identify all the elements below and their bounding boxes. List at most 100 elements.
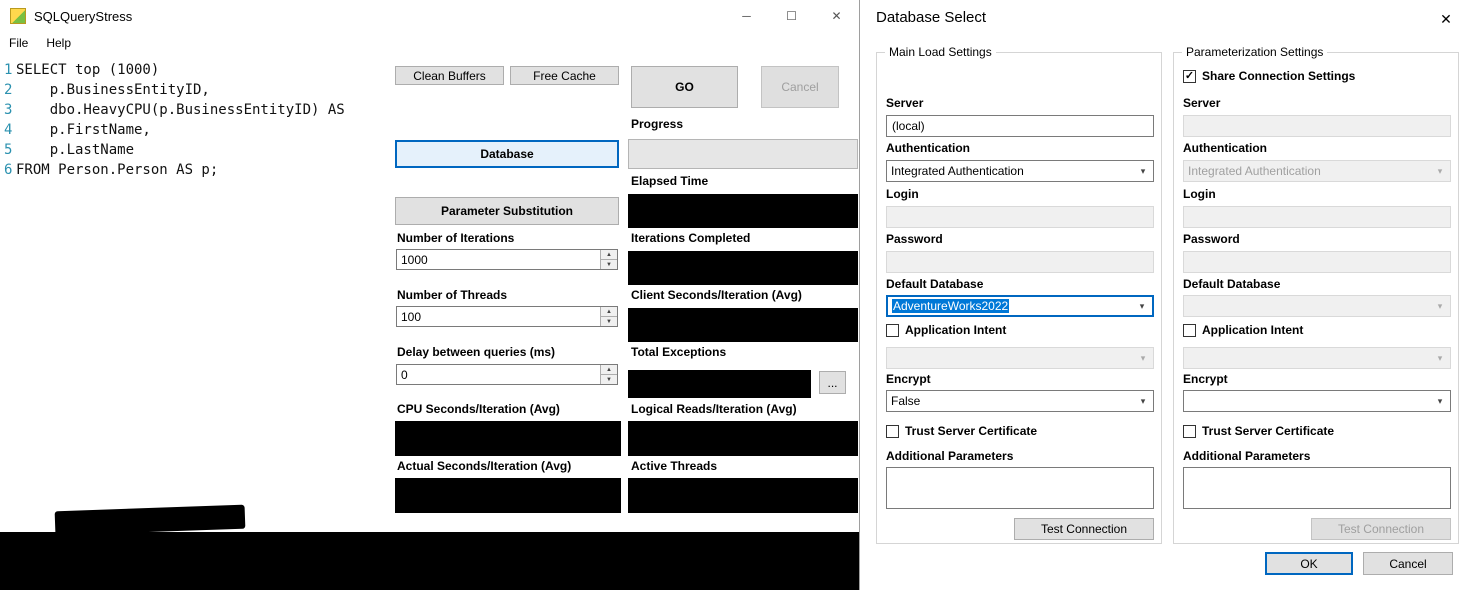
test-connection-button-disabled: Test Connection [1311, 518, 1451, 540]
actual-seconds-label: Actual Seconds/Iteration (Avg) [397, 459, 571, 473]
authentication-combo[interactable]: Integrated Authentication ▾ [886, 160, 1154, 182]
database-select-dialog: Database Select ✕ Main Load Settings Ser… [859, 0, 1471, 590]
threads-spinner[interactable]: ▲▼ [396, 306, 618, 327]
iterations-input[interactable] [397, 250, 617, 269]
code-text: FROM Person.Person AS p; [16, 160, 218, 180]
line-number: 2 [0, 80, 16, 100]
free-cache-button[interactable]: Free Cache [510, 66, 619, 85]
checkbox-box[interactable] [886, 425, 899, 438]
parameter-substitution-button[interactable]: Parameter Substitution [395, 197, 619, 225]
application-intent-checkbox[interactable]: Application Intent [886, 323, 1006, 337]
sql-editor[interactable]: 1SELECT top (1000) 2 p.BusinessEntityID,… [0, 54, 393, 532]
spin-up-icon[interactable]: ▲ [601, 250, 617, 260]
code-text: p.BusinessEntityID, [16, 80, 210, 100]
client-seconds-label: Client Seconds/Iteration (Avg) [631, 288, 802, 302]
exceptions-detail-button[interactable]: ... [819, 371, 846, 394]
encrypt-combo[interactable]: False ▾ [886, 390, 1154, 412]
trust-server-certificate-checkbox[interactable]: Trust Server Certificate [886, 424, 1037, 438]
password-label: Password [1183, 232, 1240, 246]
logical-reads-label: Logical Reads/Iteration (Avg) [631, 402, 797, 416]
login-input [1183, 206, 1451, 228]
line-number: 3 [0, 100, 16, 120]
chevron-down-icon[interactable]: ▾ [1431, 392, 1449, 410]
additional-parameters-label: Additional Parameters [1183, 449, 1310, 463]
chevron-down-icon[interactable]: ▾ [1134, 392, 1152, 410]
minimize-button[interactable]: ─ [724, 0, 769, 32]
maximize-button[interactable]: ☐ [769, 0, 814, 32]
chevron-down-icon: ▾ [1431, 297, 1449, 315]
iterations-label: Number of Iterations [397, 231, 514, 245]
login-label: Login [1183, 187, 1216, 201]
application-intent-combo: ▾ [1183, 347, 1451, 369]
group-title: Main Load Settings [885, 45, 996, 59]
total-exceptions-label: Total Exceptions [631, 345, 726, 359]
database-button[interactable]: Database [395, 140, 619, 168]
chevron-down-icon[interactable]: ▾ [1134, 162, 1152, 180]
elapsed-time-label: Elapsed Time [631, 174, 708, 188]
menu-file[interactable]: File [0, 32, 37, 54]
parameterization-settings-group: Parameterization Settings ✓ Share Connec… [1173, 52, 1459, 544]
checkbox-box[interactable] [886, 324, 899, 337]
window-title: SQLQueryStress [34, 9, 132, 24]
login-input [886, 206, 1154, 228]
spin-down-icon[interactable]: ▼ [601, 260, 617, 269]
default-database-combo[interactable]: AdventureWorks2022 ▾ [886, 295, 1154, 317]
checkbox-box[interactable] [1183, 425, 1196, 438]
additional-parameters-input[interactable] [886, 467, 1154, 509]
default-database-value: AdventureWorks2022 [892, 299, 1009, 313]
encrypt-combo[interactable]: ▾ [1183, 390, 1451, 412]
code-line: 6FROM Person.Person AS p; [0, 160, 393, 180]
iterations-completed-label: Iterations Completed [631, 231, 750, 245]
spin-up-icon[interactable]: ▲ [601, 307, 617, 317]
server-label: Server [1183, 96, 1220, 110]
total-exceptions-display [628, 370, 811, 398]
checkbox-checked-icon[interactable]: ✓ [1183, 70, 1196, 83]
encrypt-label: Encrypt [1183, 372, 1228, 386]
test-connection-button[interactable]: Test Connection [1014, 518, 1154, 540]
sqlquerystress-window: SQLQueryStress ─ ☐ ✕ File Help 1SELECT t… [0, 0, 859, 590]
trust-server-certificate-label: Trust Server Certificate [905, 424, 1037, 438]
trust-server-certificate-label: Trust Server Certificate [1202, 424, 1334, 438]
clean-buffers-button[interactable]: Clean Buffers [395, 66, 504, 85]
ok-button[interactable]: OK [1265, 552, 1353, 575]
spin-down-icon[interactable]: ▼ [601, 317, 617, 326]
menu-help[interactable]: Help [37, 32, 80, 54]
titlebar: SQLQueryStress ─ ☐ ✕ [0, 0, 859, 32]
server-input [1183, 115, 1451, 137]
share-connection-settings-label: Share Connection Settings [1202, 69, 1355, 83]
delay-spinner[interactable]: ▲▼ [396, 364, 618, 385]
actual-seconds-display [395, 478, 621, 513]
cancel-run-button: Cancel [761, 66, 839, 108]
line-number: 4 [0, 120, 16, 140]
authentication-value: Integrated Authentication [1188, 164, 1321, 178]
dialog-close-icon[interactable]: ✕ [1435, 8, 1457, 30]
active-threads-display [628, 478, 858, 513]
code-text: dbo.HeavyCPU(p.BusinessEntityID) AS [16, 100, 345, 120]
progress-bar [628, 139, 858, 169]
spin-down-icon[interactable]: ▼ [601, 375, 617, 384]
authentication-value: Integrated Authentication [891, 164, 1024, 178]
go-button[interactable]: GO [631, 66, 738, 108]
additional-parameters-input[interactable] [1183, 467, 1451, 509]
code-line: 4 p.FirstName, [0, 120, 393, 140]
encrypt-value: False [891, 394, 920, 408]
delay-input[interactable] [397, 365, 617, 384]
cancel-button[interactable]: Cancel [1363, 552, 1453, 575]
additional-parameters-label: Additional Parameters [886, 449, 1013, 463]
line-number: 6 [0, 160, 16, 180]
close-button[interactable]: ✕ [814, 0, 859, 32]
iterations-spinner[interactable]: ▲▼ [396, 249, 618, 270]
checkbox-box[interactable] [1183, 324, 1196, 337]
spin-up-icon[interactable]: ▲ [601, 365, 617, 375]
server-input[interactable] [886, 115, 1154, 137]
share-connection-settings-checkbox[interactable]: ✓ Share Connection Settings [1183, 69, 1355, 83]
threads-input[interactable] [397, 307, 617, 326]
main-load-settings-group: Main Load Settings Server Authentication… [876, 52, 1162, 544]
trust-server-certificate-checkbox[interactable]: Trust Server Certificate [1183, 424, 1334, 438]
delay-label: Delay between queries (ms) [397, 345, 555, 359]
application-intent-label: Application Intent [1202, 323, 1303, 337]
chevron-down-icon[interactable]: ▾ [1133, 298, 1151, 314]
dialog-titlebar: Database Select ✕ [860, 0, 1471, 36]
code-text: SELECT top (1000) [16, 60, 159, 80]
application-intent-checkbox[interactable]: Application Intent [1183, 323, 1303, 337]
